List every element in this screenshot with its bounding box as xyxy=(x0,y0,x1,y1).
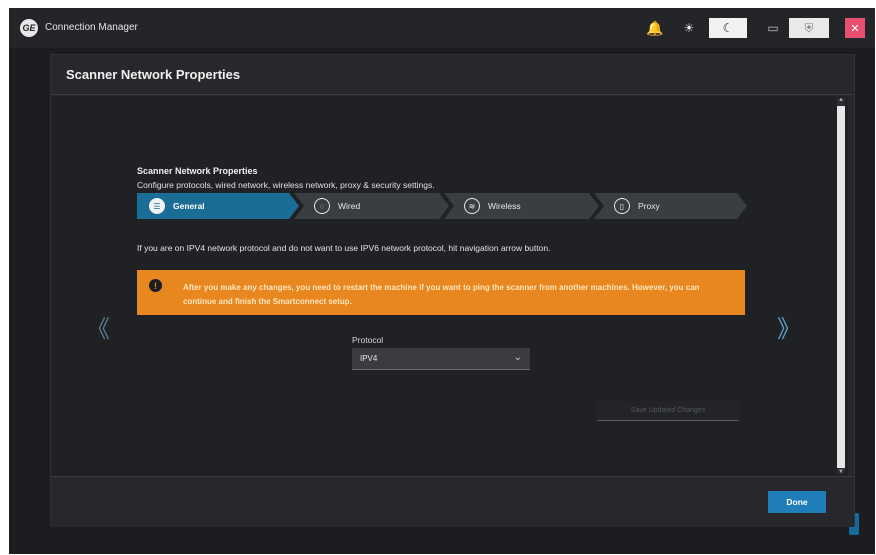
ge-logo: GE xyxy=(20,19,38,37)
shield-icon[interactable]: ⛨ xyxy=(789,18,829,38)
notification-bell-icon[interactable]: 🔔 xyxy=(645,18,665,38)
title-bar: GE Connection Manager 🔔 ☀ ☾ ▭ ⛨ ✕ xyxy=(9,8,875,48)
wireless-icon: ≋ xyxy=(464,198,480,214)
light-mode-icon[interactable]: ☀ xyxy=(679,18,699,38)
proxy-icon: ▯ xyxy=(614,198,630,214)
dialog-header: Scanner Network Properties xyxy=(51,55,854,95)
scroll-down-icon[interactable]: ▼ xyxy=(837,468,845,476)
warning-text: After you make any changes, you need to … xyxy=(183,283,700,306)
dark-mode-icon[interactable]: ☾ xyxy=(709,18,747,38)
next-arrow-button[interactable]: 》 xyxy=(777,309,801,344)
step-wired[interactable]: ◌ Wired xyxy=(294,193,449,219)
scroll-up-icon[interactable]: ▲ xyxy=(837,96,845,104)
dialog-footer: Done xyxy=(51,476,854,527)
list-icon: ☰ xyxy=(149,198,165,214)
step-wireless[interactable]: ≋ Wireless xyxy=(444,193,599,219)
warning-icon: ! xyxy=(149,279,162,292)
previous-arrow-button[interactable]: 《 xyxy=(86,309,110,344)
save-changes-button[interactable]: Save Updated Changes xyxy=(597,401,739,421)
protocol-select[interactable]: IPV4 ⌄ xyxy=(352,348,530,370)
step-label: Wired xyxy=(338,201,361,211)
close-icon[interactable]: ✕ xyxy=(845,18,865,38)
done-button[interactable]: Done xyxy=(768,491,826,513)
section-description: Configure protocols, wired network, wire… xyxy=(137,180,435,190)
scroll-thumb[interactable] xyxy=(837,106,845,468)
dialog-body: Scanner Network Properties Configure pro… xyxy=(51,96,834,476)
step-general[interactable]: ☰ General xyxy=(137,193,299,219)
monitor-icon[interactable]: ▭ xyxy=(763,18,783,38)
app-title: Connection Manager xyxy=(45,22,138,33)
protocol-label: Protocol xyxy=(352,335,384,345)
step-label: Proxy xyxy=(638,201,660,211)
restart-warning-banner: ! After you make any changes, you need t… xyxy=(137,270,745,315)
dialog-title: Scanner Network Properties xyxy=(66,67,241,82)
section-title: Scanner Network Properties xyxy=(137,166,258,176)
wired-icon: ◌ xyxy=(314,198,330,214)
dialog-scrollbar[interactable]: ▲ ▼ xyxy=(834,96,848,476)
protocol-value: IPV4 xyxy=(360,354,378,363)
step-navigation: ☰ General ◌ Wired ≋ Wireless ▯ Proxy xyxy=(137,193,747,219)
app-screen: GE Connection Manager 🔔 ☀ ☾ ▭ ⛨ ✕ Scanne… xyxy=(9,8,875,554)
chevron-down-icon: ⌄ xyxy=(513,352,522,363)
step-label: Wireless xyxy=(488,201,521,211)
step-proxy[interactable]: ▯ Proxy xyxy=(594,193,747,219)
scanner-network-properties-dialog: Scanner Network Properties Scanner Netwo… xyxy=(50,54,855,527)
step-label: General xyxy=(173,201,205,211)
protocol-info-text: If you are on IPV4 network protocol and … xyxy=(137,243,551,253)
